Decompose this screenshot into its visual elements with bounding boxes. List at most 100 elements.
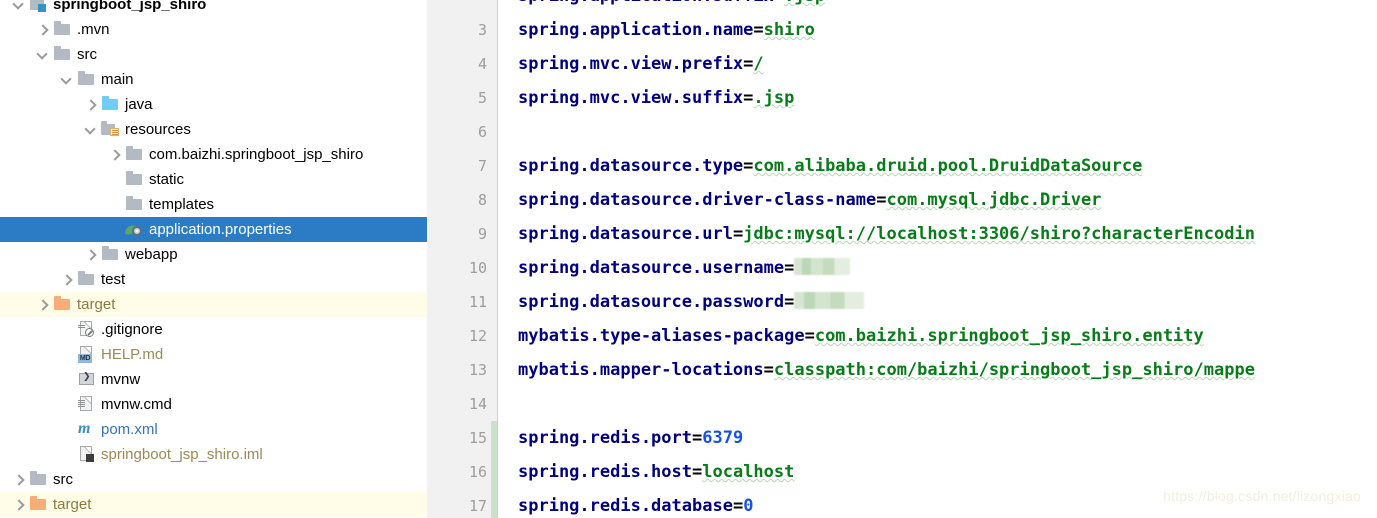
property-equals: = xyxy=(732,496,744,516)
property-equals: = xyxy=(743,54,754,74)
expand-arrow-icon[interactable] xyxy=(10,492,28,517)
line-number: 14 xyxy=(468,395,487,413)
property-value: 0 xyxy=(743,496,754,516)
code-line[interactable]: spring.application.suffix=.jsp xyxy=(518,0,825,13)
iml-file-icon xyxy=(76,442,98,467)
module-icon xyxy=(28,0,50,17)
code-line[interactable]: spring.datasource.username= xyxy=(518,251,851,285)
property-key: spring.redis.database xyxy=(518,496,733,516)
code-line[interactable]: spring.redis.port=6379 xyxy=(518,421,743,455)
expand-arrow-icon[interactable] xyxy=(10,0,28,17)
tree-item-main[interactable]: main xyxy=(0,67,427,92)
tree-item-label: webapp xyxy=(125,246,178,263)
expand-arrow-icon[interactable] xyxy=(82,117,100,142)
property-key: spring.datasource.type xyxy=(518,156,744,176)
tree-item-pom.xml[interactable]: pom.xml xyxy=(0,417,427,442)
code-line[interactable]: mybatis.type-aliases-package=com.baizhi.… xyxy=(518,319,1204,353)
code-line[interactable]: mybatis.mapper-locations=classpath:com/b… xyxy=(518,353,1255,387)
tree-item-test[interactable]: test xyxy=(0,267,427,292)
folder-icon xyxy=(124,167,146,192)
line-number: 7 xyxy=(477,157,487,175)
tree-item-label: src xyxy=(77,46,97,63)
property-equals: = xyxy=(732,224,744,244)
property-value: jdbc:mysql://localhost:3306/shiro?charac… xyxy=(743,224,1255,244)
tree-item-com.baizhi.springboot_jsp_shiro[interactable]: com.baizhi.springboot_jsp_shiro xyxy=(0,142,427,167)
script-file-icon xyxy=(76,367,98,392)
line-number: 16 xyxy=(468,463,487,481)
property-equals: = xyxy=(743,88,754,108)
tree-item-application.properties[interactable]: application.properties xyxy=(0,217,427,242)
editor-code-area[interactable]: spring.application.suffix=.jspspring.app… xyxy=(498,0,1377,518)
line-number: 4 xyxy=(477,55,487,73)
property-value: shiro xyxy=(763,20,815,40)
property-key: spring.mvc.view.suffix xyxy=(518,88,744,108)
folder-icon xyxy=(28,467,50,492)
code-line[interactable]: spring.redis.host=localhost xyxy=(518,455,794,489)
text-file-icon xyxy=(76,392,98,417)
tree-item-springboot_jsp_shiro[interactable]: springboot_jsp_shiro xyxy=(0,0,427,17)
tree-item-resources[interactable]: resources xyxy=(0,117,427,142)
property-equals: = xyxy=(692,462,703,482)
editor-gutter[interactable]: 3 4 5 6 7 8 9 10 11 12 13 14 15 16 17 xyxy=(427,0,498,518)
folder-resources-icon xyxy=(100,117,122,142)
code-line[interactable]: spring.datasource.type=com.alibaba.druid… xyxy=(518,149,1142,183)
tree-item-springboot_jsp_shiro.iml[interactable]: springboot_jsp_shiro.iml xyxy=(0,442,427,467)
property-equals: = xyxy=(876,190,887,210)
tree-item-src[interactable]: src xyxy=(0,42,427,67)
code-line[interactable]: spring.datasource.password= xyxy=(518,285,865,319)
code-line[interactable]: spring.mvc.view.prefix=/ xyxy=(518,47,764,81)
tree-item-static[interactable]: static xyxy=(0,167,427,192)
line-number: 10 xyxy=(468,259,487,277)
code-editor[interactable]: 3 4 5 6 7 8 9 10 11 12 13 14 15 16 17 spring.applicati… xyxy=(427,0,1377,518)
expand-arrow-icon[interactable] xyxy=(106,142,124,167)
project-tree-panel[interactable]: springboot_jsp_shiro .mvn src main java resou… xyxy=(0,0,427,518)
tree-item-src[interactable]: src xyxy=(0,467,427,492)
property-value: com.mysql.jdbc.Driver xyxy=(886,190,1102,210)
line-number: 11 xyxy=(468,293,487,311)
property-equals: = xyxy=(753,20,764,40)
code-line[interactable]: spring.datasource.driver-class-name=com.… xyxy=(518,183,1101,217)
expand-arrow-icon[interactable] xyxy=(58,267,76,292)
tree-item-mvnw.cmd[interactable]: mvnw.cmd xyxy=(0,392,427,417)
tree-item-help.md[interactable]: MD HELP.md xyxy=(0,342,427,367)
tree-item-label: templates xyxy=(149,196,215,213)
tree-item-templates[interactable]: templates xyxy=(0,192,427,217)
tree-item-webapp[interactable]: webapp xyxy=(0,242,427,267)
code-line[interactable]: spring.datasource.url=jdbc:mysql://local… xyxy=(518,217,1255,251)
expand-arrow-icon[interactable] xyxy=(34,17,52,42)
tree-item-label: pom.xml xyxy=(101,421,158,438)
property-key: spring.mvc.view.prefix xyxy=(518,54,744,74)
tree-item-label: .gitignore xyxy=(101,321,163,338)
code-line[interactable]: spring.application.name=shiro xyxy=(518,13,815,47)
expand-arrow-icon[interactable] xyxy=(82,242,100,267)
ide-window: springboot_jsp_shiro .mvn src main java resou… xyxy=(0,0,1377,518)
property-value: com.baizhi.springboot_jsp_shiro.entity xyxy=(814,326,1204,346)
line-number: 6 xyxy=(477,123,487,141)
code-line[interactable]: spring.mvc.view.suffix=.jsp xyxy=(518,81,794,115)
property-key: spring.redis.port xyxy=(518,428,692,448)
tree-item-target[interactable]: target xyxy=(0,492,427,517)
tree-item-.gitignore[interactable]: .gitignore xyxy=(0,317,427,342)
expand-arrow-icon[interactable] xyxy=(34,292,52,317)
property-key: spring.datasource.username xyxy=(518,258,785,278)
line-number: 17 xyxy=(468,497,487,515)
expand-arrow-icon[interactable] xyxy=(82,92,100,117)
tree-item-target[interactable]: target xyxy=(0,292,427,317)
tree-item-java[interactable]: java xyxy=(0,92,427,117)
property-value: 6379 xyxy=(702,428,744,448)
vcs-change-marker[interactable] xyxy=(491,421,497,518)
tree-item-label: mvnw xyxy=(101,371,141,388)
expand-arrow-icon[interactable] xyxy=(34,42,52,67)
property-equals: = xyxy=(784,292,795,312)
folder-icon xyxy=(124,192,146,217)
tree-item-label: static xyxy=(149,171,185,188)
tree-item-.mvn[interactable]: .mvn xyxy=(0,17,427,42)
expand-arrow-icon[interactable] xyxy=(10,467,28,492)
expand-arrow-icon[interactable] xyxy=(58,67,76,92)
tree-item-mvnw[interactable]: mvnw xyxy=(0,367,427,392)
code-line[interactable]: spring.redis.database=0 xyxy=(518,489,753,518)
